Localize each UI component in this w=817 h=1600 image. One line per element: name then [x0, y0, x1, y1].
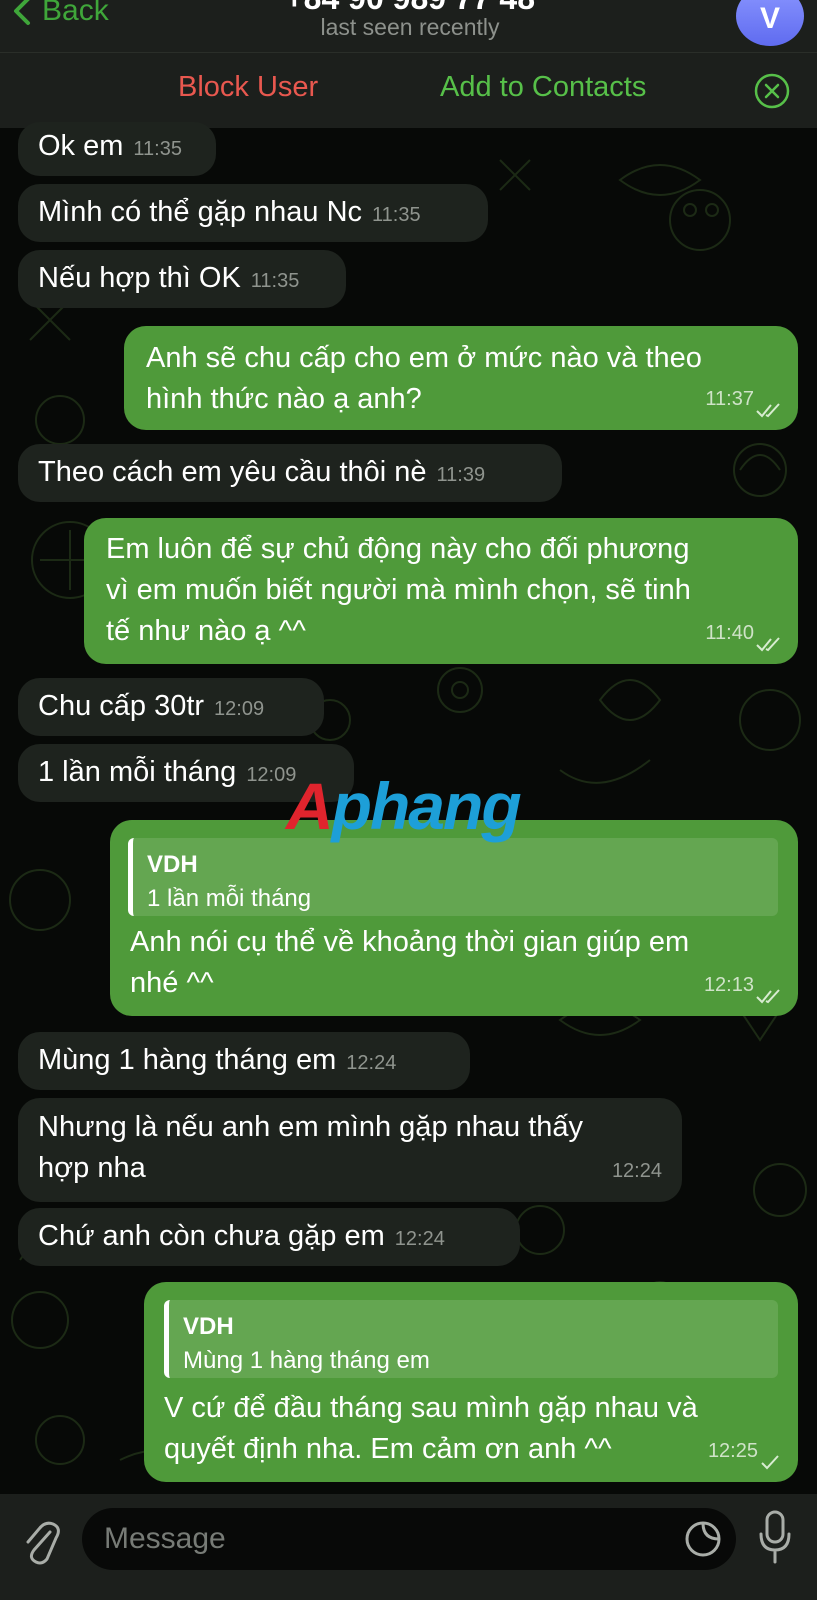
incoming-message[interactable]: Ok em 11:35: [18, 122, 216, 176]
message-line: tế như nào ạ ^^: [106, 615, 306, 647]
message-time: 11:35: [133, 138, 182, 160]
close-circle-icon[interactable]: [754, 73, 790, 109]
message-time: 12:24: [611, 1160, 662, 1182]
message-line: hình thức nào ạ anh?: [146, 383, 422, 415]
reply-quote[interactable]: VDH Mùng 1 hàng tháng em: [164, 1300, 778, 1378]
message-time: 12:25: [707, 1440, 758, 1462]
message-text: Mình có thể gặp nhau Nc: [38, 196, 363, 228]
attach-icon[interactable]: [20, 1518, 62, 1570]
message-line: vì em muốn biết người mà mình chọn, sẽ t…: [106, 574, 691, 606]
incoming-message[interactable]: Chứ anh còn chưa gặp em 12:24: [18, 1208, 520, 1266]
outgoing-message[interactable]: VDH Mùng 1 hàng tháng em V cứ để đầu thá…: [144, 1282, 798, 1482]
watermark-rest: phang: [331, 769, 522, 843]
incoming-message[interactable]: Theo cách em yêu cầu thôi nè 11:39: [18, 444, 562, 502]
back-button[interactable]: Back: [12, 0, 109, 28]
chevron-left-icon: [14, 0, 30, 25]
message-text: Mùng 1 hàng tháng em: [38, 1044, 337, 1076]
incoming-message[interactable]: Nhưng là nếu anh em mình gặp nhau thấy h…: [18, 1098, 682, 1202]
message-text: Chứ anh còn chưa gặp em: [38, 1220, 385, 1252]
incoming-message[interactable]: Nếu hợp thì OK 11:35: [18, 250, 346, 308]
single-check-icon: [761, 1455, 779, 1470]
message-line: quyết định nha. Em cảm ơn anh ^^: [164, 1433, 612, 1465]
message-time: 11:37: [705, 388, 754, 410]
message-line: hợp nha: [38, 1152, 146, 1184]
chat-header: Back +84 90 989 77 48 last seen recently…: [0, 0, 817, 52]
avatar[interactable]: V: [736, 0, 804, 46]
sticker-icon[interactable]: [684, 1520, 722, 1558]
message-time: 11:35: [250, 270, 300, 292]
message-text: 1 lần mỗi tháng: [38, 756, 237, 788]
reply-text: Mùng 1 hàng tháng em: [183, 1347, 430, 1374]
message-time: 11:40: [705, 622, 754, 644]
outgoing-message[interactable]: VDH 1 lần mỗi tháng Anh nói cụ thể về kh…: [110, 820, 798, 1016]
avatar-letter: V: [759, 2, 780, 35]
incoming-message[interactable]: Mùng 1 hàng tháng em 12:24: [18, 1032, 470, 1090]
back-label: Back: [42, 0, 109, 27]
message-line: V cứ để đầu tháng sau mình gặp nhau và: [164, 1392, 698, 1424]
block-user-button[interactable]: Block User: [178, 71, 318, 104]
outgoing-message[interactable]: Anh sẽ chu cấp cho em ở mức nào và theo …: [124, 326, 798, 430]
message-text: Ok em: [38, 130, 124, 162]
message-line: Anh nói cụ thể về khoảng thời gian giúp …: [130, 926, 690, 958]
message-time: 12:24: [394, 1228, 445, 1250]
contact-action-bar: Block User Add to Contacts: [0, 52, 817, 128]
message-line: nhé ^^: [130, 967, 214, 999]
message-input[interactable]: [82, 1508, 736, 1570]
reply-quote[interactable]: VDH 1 lần mỗi tháng: [128, 838, 778, 916]
last-seen-status: last seen recently: [320, 14, 500, 40]
message-text: Theo cách em yêu cầu thôi nè: [38, 456, 427, 488]
message-time: 11:35: [372, 204, 421, 226]
message-time: 12:13: [703, 974, 754, 996]
message-line: Em luôn để sự chủ động này cho đối phươn…: [106, 533, 690, 565]
message-time: 12:09: [214, 698, 265, 720]
incoming-message[interactable]: Mình có thể gặp nhau Nc 11:35: [18, 184, 488, 242]
double-check-icon: [756, 989, 780, 1004]
watermark-first-letter: A: [286, 769, 334, 843]
composer-bar: [0, 1494, 817, 1600]
message-time: 11:39: [436, 464, 486, 486]
outgoing-message[interactable]: Em luôn để sự chủ động này cho đối phươn…: [84, 518, 798, 664]
double-check-icon: [756, 403, 780, 418]
double-check-icon: [756, 637, 780, 652]
mic-icon[interactable]: [758, 1510, 792, 1566]
add-to-contacts-button[interactable]: Add to Contacts: [440, 71, 646, 104]
message-time: 12:24: [346, 1052, 397, 1074]
message-text: Nếu hợp thì OK: [38, 262, 241, 294]
message-line: Anh sẽ chu cấp cho em ở mức nào và theo: [146, 342, 702, 374]
message-line: Nhưng là nếu anh em mình gặp nhau thấy: [38, 1111, 584, 1143]
reply-text: 1 lần mỗi tháng: [147, 885, 312, 912]
watermark-logo: Aphang: [286, 768, 522, 844]
incoming-message[interactable]: Chu cấp 30tr 12:09: [18, 678, 324, 736]
message-text: Chu cấp 30tr: [38, 690, 205, 722]
